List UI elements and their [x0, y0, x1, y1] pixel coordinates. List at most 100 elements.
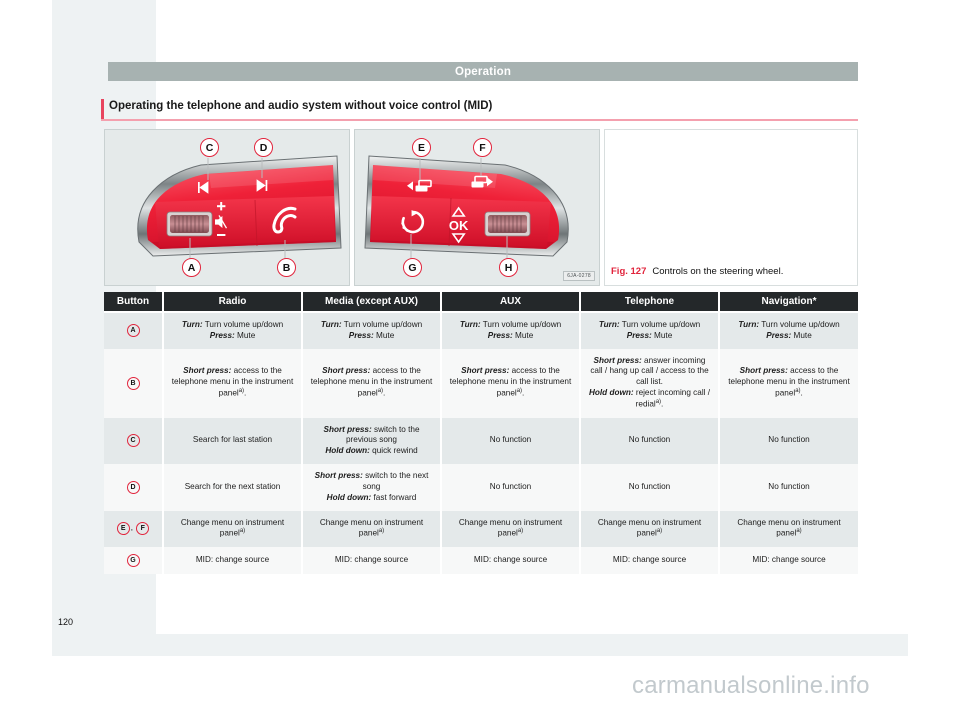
button-functions-table: Button Radio Media (except AUX) AUX Tele… [104, 292, 858, 574]
cell-line-text: Change menu on instrument panel [737, 517, 841, 539]
cell-line: Change menu on instrument panela) [309, 518, 434, 540]
cell-line-text: MID: change source [612, 554, 687, 564]
cell-line: Search for the next station [170, 482, 295, 493]
cell-line-tail: . [522, 388, 525, 398]
cell-line-text: Change menu on instrument panel [319, 517, 424, 539]
callout-d: D [254, 138, 273, 157]
cell-line-lead: Turn: [598, 320, 620, 329]
figure-right-panel: OK E F G H 6JA-0278 [354, 129, 600, 286]
cell-line-text: Turn volume up/down [759, 320, 840, 329]
table-cell-function: No function [719, 417, 858, 465]
callout-a: A [182, 258, 201, 277]
table-row: A Turn: Turn volume up/down Press: Mute Tur… [104, 312, 858, 349]
cell-line-text: Mute [791, 330, 812, 340]
right-thumbwheel [484, 211, 531, 237]
table-header-row: Button Radio Media (except AUX) AUX Tele… [104, 292, 858, 313]
cell-line-lead: Turn: [459, 320, 481, 329]
table-cell-function: Search for the next station [163, 464, 303, 511]
cell-line: MID: change source [587, 555, 712, 566]
figure-caption-cell: Fig. 127 Controls on the steering wheel. [604, 129, 858, 286]
button-badge-c: C [126, 434, 140, 448]
table-row: E, F Change menu on instrument panela) Cha… [104, 510, 858, 547]
cell-line-tail: . [244, 388, 247, 398]
cell-line-tail: . [661, 399, 664, 409]
section-heading: Operating the telephone and audio system… [101, 99, 858, 121]
footnote-marker: a) [796, 528, 802, 535]
callout-b: B [277, 258, 296, 277]
table-cell-button: A [104, 312, 164, 349]
callout-c: C [200, 138, 219, 157]
minus-icon [217, 234, 226, 236]
table-cell-function: No function [441, 464, 581, 511]
table-cell-function: Short press: answer incoming call / hang… [580, 348, 720, 418]
cell-line: Short press: switch to the next song [309, 471, 434, 493]
cell-line-text: Change menu on instrument panel [597, 517, 702, 539]
cell-line: Press: Mute [309, 331, 434, 342]
cell-line: Change menu on instrument panela) [726, 518, 852, 540]
figure-number: Fig. 127 [611, 266, 647, 277]
table-row: D Search for the next station Short press:… [104, 464, 858, 511]
running-header-title: Operation [454, 65, 512, 78]
cell-line: No function [587, 482, 712, 493]
table-cell-function: Turn: Turn volume up/down Press: Mute [441, 312, 581, 349]
image-code-label: 6JA-0278 [563, 271, 595, 281]
cell-line: Short press: answer incoming call / hang… [587, 356, 712, 388]
cell-line: Hold down: quick rewind [309, 446, 434, 457]
table-header-aux: AUX [441, 292, 581, 313]
cell-line-lead: Short press: [314, 471, 363, 481]
cell-line-lead: Turn: [320, 320, 342, 329]
cell-line-lead: Press: [766, 330, 792, 340]
table-cell-button: C [104, 417, 164, 465]
table-cell-function: Change menu on instrument panela) [719, 510, 858, 547]
table-cell-function: MID: change source [302, 546, 442, 574]
cell-line: Hold down: reject incoming call / redial… [587, 388, 712, 410]
cell-line-text: switch to the next song [362, 471, 429, 491]
cell-line: Short press: access to the telephone men… [309, 366, 434, 399]
button-badge-f: F [136, 522, 150, 536]
cell-line-text: Turn volume up/down [202, 320, 284, 329]
button-badge-b: B [126, 376, 140, 390]
cell-line-lead: Hold down: [588, 388, 634, 398]
volume-thumbwheel [166, 211, 213, 237]
cell-line-text: MID: change source [334, 554, 409, 564]
cell-line-text: MID: change source [195, 554, 270, 564]
cell-line-text: MID: change source [752, 554, 826, 564]
table-cell-button: E, F [104, 510, 164, 547]
cell-line-text: Mute [512, 330, 534, 340]
cell-line: Press: Mute [726, 331, 852, 342]
cell-line: Short press: switch to the previous song [309, 425, 434, 447]
page-number: 120 [58, 617, 74, 627]
table-header-media: Media (except AUX) [302, 292, 442, 313]
section-heading-rule [101, 119, 858, 121]
cell-line-lead: Short press: [739, 366, 788, 376]
cell-line: MID: change source [448, 555, 573, 566]
cell-line-text: reject incoming call / redial [633, 388, 711, 409]
table-cell-function: No function [441, 417, 581, 465]
cell-line-text: No function [628, 481, 671, 491]
cell-line-lead: Press: [487, 330, 513, 340]
cell-line: Change menu on instrument panela) [448, 518, 573, 540]
figure-block: C D A B OK E F G H 6JA-0278 Fig. 127 Con… [104, 129, 858, 286]
cell-line-text: No function [489, 481, 532, 491]
button-badge-g: G [126, 553, 140, 567]
table-cell-function: Turn: Turn volume up/down Press: Mute [719, 312, 858, 349]
cell-line-text: Search for last station [192, 435, 273, 445]
table-cell-function: Turn: Turn volume up/down Press: Mute [580, 312, 720, 349]
cell-line: Press: Mute [587, 331, 712, 342]
cell-line-lead: Short press: [183, 366, 232, 376]
cell-line-text: Turn volume up/down [341, 320, 423, 329]
cell-line-text: quick rewind [369, 446, 418, 456]
cell-line-text: Change menu on instrument panel [458, 517, 563, 539]
table-cell-button: D [104, 464, 164, 511]
figure-caption: Fig. 127 Controls on the steering wheel. [611, 266, 783, 277]
cell-line-text: Change menu on instrument panel [180, 517, 285, 539]
cell-line-text: Mute [373, 330, 395, 340]
table-cell-function: Change menu on instrument panela) [441, 510, 581, 547]
cell-line: No function [448, 435, 573, 446]
table-header-button: Button [104, 292, 164, 313]
cell-line-lead: Turn: [738, 320, 760, 329]
cell-line: MID: change source [726, 555, 852, 566]
table-row: B Short press: access to the telephone me… [104, 348, 858, 418]
cell-line-text: Search for the next station [184, 481, 281, 491]
cell-line: Change menu on instrument panela) [170, 518, 295, 540]
